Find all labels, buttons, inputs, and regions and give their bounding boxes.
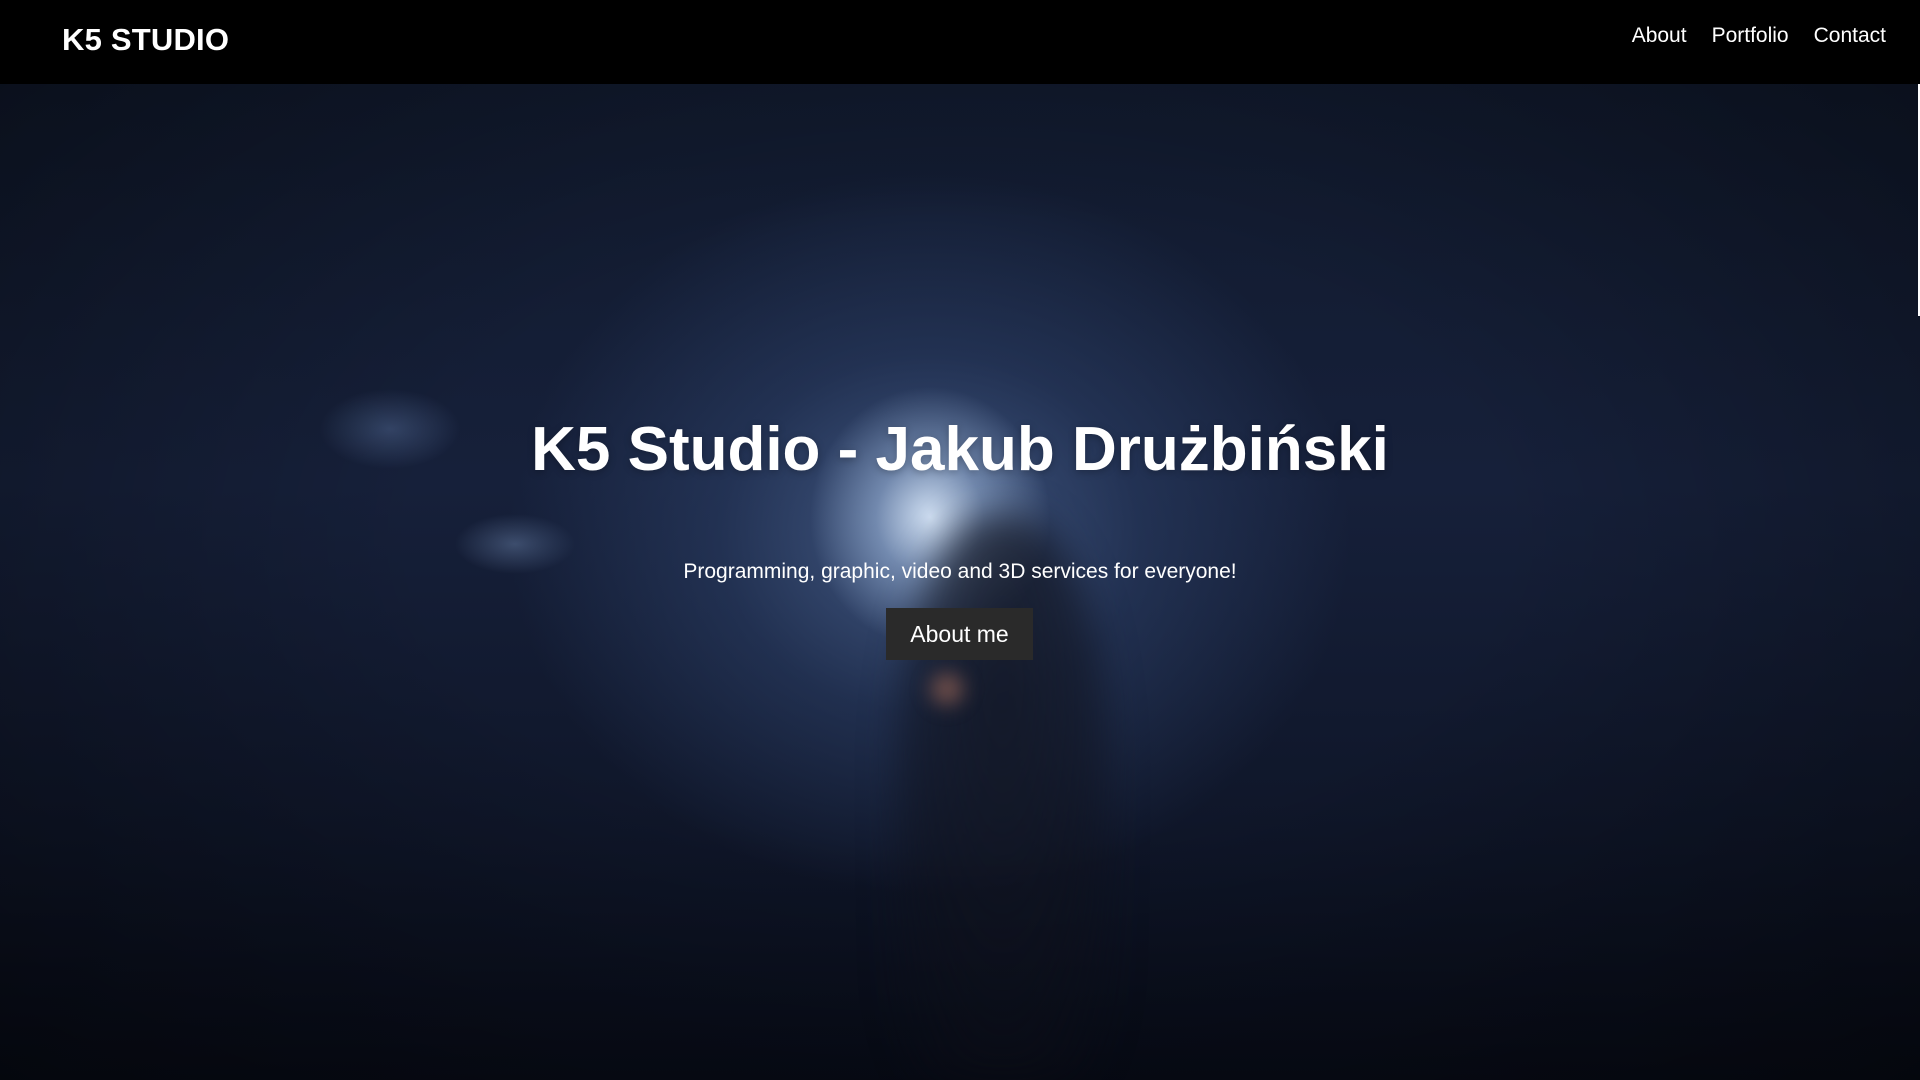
nav-link-contact[interactable]: Contact bbox=[1814, 24, 1886, 48]
nav-link-about[interactable]: About bbox=[1632, 24, 1687, 48]
brand-logo[interactable]: K5 STUDIO bbox=[62, 22, 229, 58]
hero-title: K5 Studio - Jakub Drużbiński bbox=[531, 415, 1389, 484]
hero-section: K5 Studio - Jakub Drużbiński Programming… bbox=[0, 84, 1920, 1080]
hero-subtitle: Programming, graphic, video and 3D servi… bbox=[683, 560, 1237, 583]
nav-menu: About Portfolio Contact bbox=[1632, 24, 1886, 48]
navbar: K5 STUDIO About Portfolio Contact bbox=[0, 0, 1920, 84]
nav-link-portfolio[interactable]: Portfolio bbox=[1712, 24, 1789, 48]
about-me-button[interactable]: About me bbox=[886, 608, 1033, 660]
page: K5 STUDIO About Portfolio Contact K5 Stu… bbox=[0, 0, 1920, 1080]
